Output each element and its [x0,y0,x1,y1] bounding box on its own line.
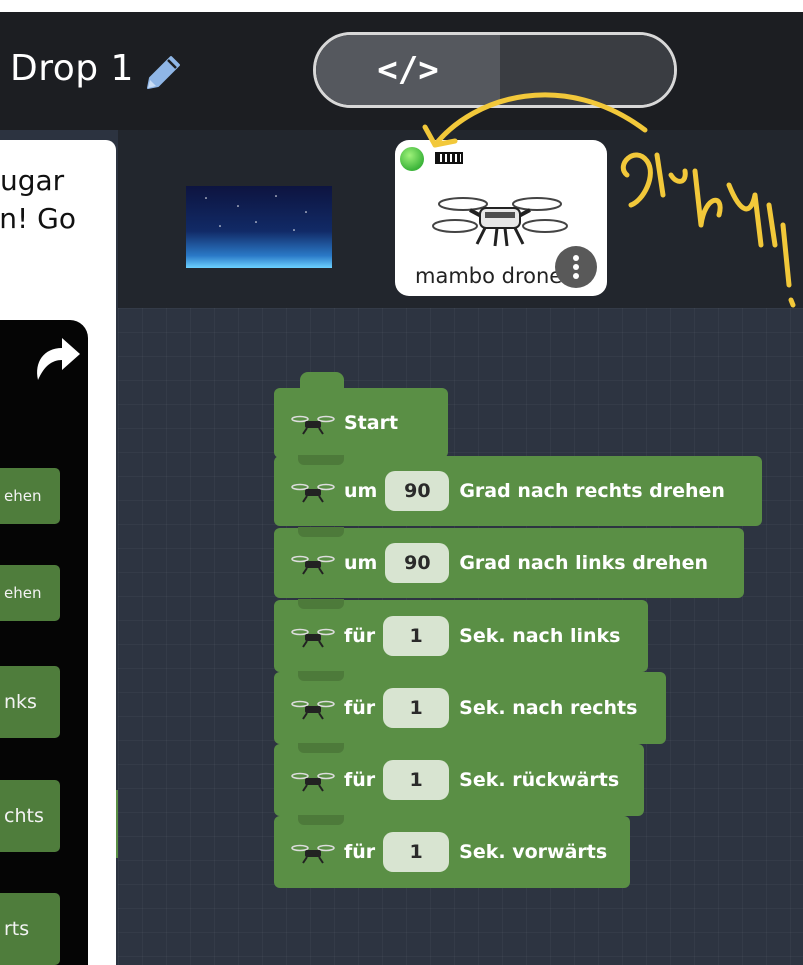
top-edge [0,0,803,12]
block-notch [298,671,344,681]
stage-mode-tab[interactable] [500,35,674,105]
block-notch [298,815,344,825]
pencil-icon[interactable] [140,50,186,96]
block-prefix: für [344,697,376,719]
seconds-input[interactable]: 1 [383,688,450,728]
block-prefix: um [344,552,378,574]
drone-icon [291,483,335,503]
block-prefix: um [344,480,378,502]
project-title[interactable]: Drop 1 [10,48,134,89]
block-label: Sek. rückwärts [459,769,620,791]
stars-decoration [205,195,307,231]
palette-block[interactable]: ehen [0,468,60,524]
block-notch [298,527,344,537]
seconds-input[interactable]: 1 [383,760,450,800]
stage-thumbnail[interactable] [186,186,332,268]
drone-icon [291,700,335,720]
block-label: Grad nach links drehen [459,552,708,574]
block-prefix: für [344,769,376,791]
block-notch [298,455,344,465]
palette-block[interactable]: ehen [0,565,60,621]
block-label: Sek. nach rechts [459,697,638,719]
degrees-input[interactable]: 90 [385,543,450,583]
move-backward-block[interactable]: für 1 Sek. rückwärts [274,743,644,816]
move-right-block[interactable]: für 1 Sek. nach rechts [274,671,666,744]
block-bottom-tab [300,872,344,888]
instruction-line: ugar [0,164,65,197]
top-bar: Drop 1 </> [0,0,803,130]
turn-right-block[interactable]: um 90 Grad nach rechts drehen [274,455,762,526]
drone-icon [291,628,335,648]
block-notch [298,599,344,609]
drone-icon [291,555,335,575]
block-prefix: für [344,625,376,647]
seconds-input[interactable]: 1 [383,616,450,656]
block-prefix: für [344,841,376,863]
palette-block[interactable]: chts [0,780,60,852]
more-vertical-icon[interactable] [555,246,597,288]
battery-icon [435,152,463,164]
palette-block[interactable]: nks [0,666,60,738]
drone-icon [291,844,335,864]
degrees-input[interactable]: 90 [385,471,450,511]
drone-icon [291,415,335,435]
block-label: Sek. vorwärts [459,841,608,863]
start-hat-block[interactable]: Start [274,388,448,458]
drone-icon [291,772,335,792]
seconds-input[interactable]: 1 [383,832,450,872]
block-notch [298,743,344,753]
palette-block[interactable]: rts [0,893,60,965]
turn-left-block[interactable]: um 90 Grad nach links drehen [274,527,744,598]
instruction-line: n! Go [0,202,76,235]
code-icon[interactable]: </> [316,35,500,105]
instruction-text: ugar n! Go [0,162,110,238]
mode-toggle: </> [313,32,677,108]
drone-image [432,197,568,247]
block-palette [0,320,88,965]
move-left-block[interactable]: für 1 Sek. nach links [274,599,648,672]
sprite-card[interactable]: mambo drone [395,140,607,296]
redo-arrow-icon[interactable] [24,328,84,388]
start-label: Start [344,412,399,434]
connection-status-dot [400,147,424,171]
block-label: Sek. nach links [459,625,621,647]
block-label: Grad nach rechts drehen [459,480,725,502]
